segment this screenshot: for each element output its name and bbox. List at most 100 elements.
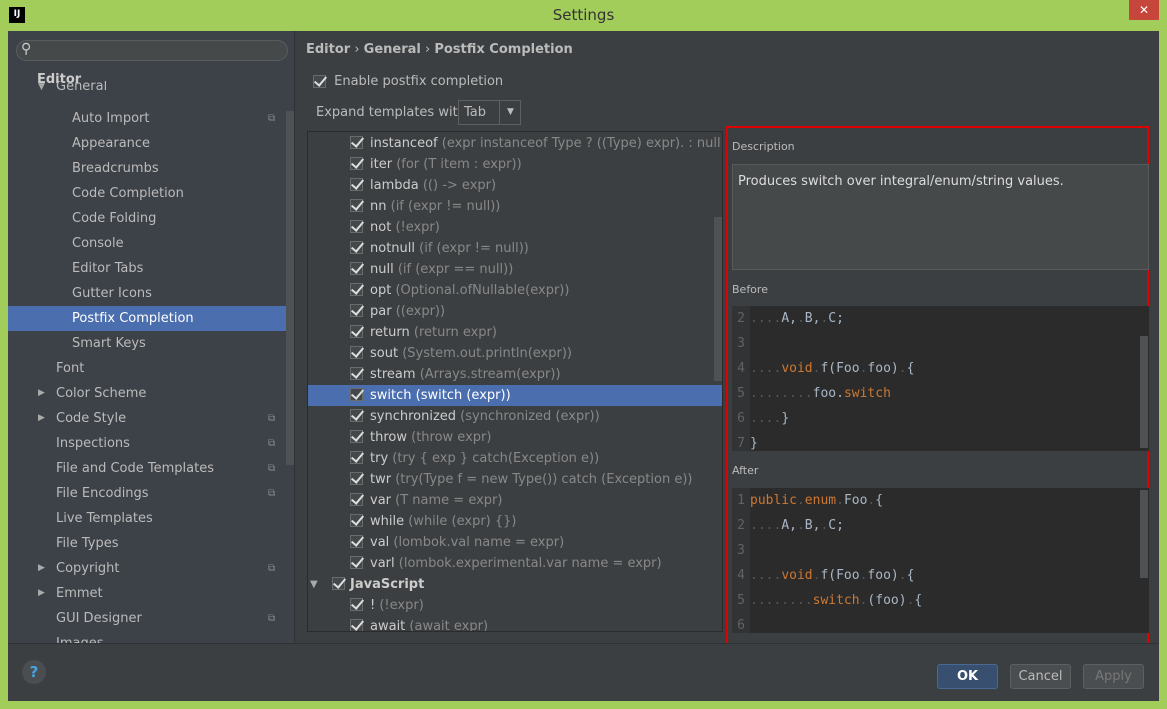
template-row[interactable]: nn (if (expr != null)) — [308, 196, 722, 217]
sidebar-item[interactable]: Auto Import ⧉ — [8, 106, 287, 131]
sidebar-item[interactable]: Appearance — [8, 131, 287, 156]
template-text: var (T name = expr) — [370, 490, 502, 511]
sidebar-item[interactable]: ▶ Color Scheme — [8, 381, 287, 406]
template-row[interactable]: switch (switch (expr)) — [308, 385, 722, 406]
sidebar-item[interactable]: ▶ Copyright ⧉ — [8, 556, 287, 581]
template-row[interactable]: return (return expr) — [308, 322, 722, 343]
sidebar-item[interactable]: File Types — [8, 531, 287, 556]
template-row[interactable]: val (lombok.val name = expr) — [308, 532, 722, 553]
code-token: C; — [828, 518, 844, 533]
code-line: 4 ....void.f(Foo.foo).{ — [732, 563, 1149, 588]
template-checkbox[interactable] — [332, 577, 345, 590]
template-checkbox[interactable] — [350, 367, 363, 380]
template-row[interactable]: try (try { exp } catch(Exception e)) — [308, 448, 722, 469]
template-checkbox[interactable] — [350, 199, 363, 212]
template-checkbox[interactable] — [350, 619, 363, 631]
sidebar-item[interactable]: ▼ General — [8, 81, 287, 93]
template-name: iter — [370, 157, 393, 172]
template-row[interactable]: par ((expr)) — [308, 301, 722, 322]
template-checkbox[interactable] — [350, 535, 363, 548]
sidebar-item[interactable]: ▶ Emmet — [8, 581, 287, 606]
template-checkbox[interactable] — [350, 157, 363, 170]
code-line: 5 ........switch.(foo).{ — [732, 588, 1149, 613]
template-checkbox[interactable] — [350, 283, 363, 296]
triangle-right-icon[interactable]: ▶ — [38, 581, 45, 606]
template-row[interactable]: varl (lombok.experimental.var name = exp… — [308, 553, 722, 574]
template-row[interactable]: opt (Optional.ofNullable(expr)) — [308, 280, 722, 301]
template-checkbox[interactable] — [350, 325, 363, 338]
cancel-button[interactable]: Cancel — [1010, 664, 1071, 689]
apply-button[interactable]: Apply — [1083, 664, 1144, 689]
template-checkbox[interactable] — [350, 409, 363, 422]
template-checkbox[interactable] — [350, 388, 363, 401]
template-group[interactable]: ▼ JavaScript — [308, 574, 722, 595]
template-row[interactable]: synchronized (synchronized (expr)) — [308, 406, 722, 427]
sidebar-item-label: File and Code Templates — [56, 461, 214, 476]
before-scrollbar[interactable] — [1140, 336, 1148, 448]
triangle-down-icon[interactable]: ▼ — [38, 81, 45, 93]
template-checkbox[interactable] — [350, 598, 363, 611]
sidebar-item[interactable]: Breadcrumbs — [8, 156, 287, 181]
close-icon[interactable]: ✕ — [1129, 0, 1159, 20]
triangle-right-icon[interactable]: ▶ — [38, 556, 45, 581]
sidebar-item[interactable]: File Encodings ⧉ — [8, 481, 287, 506]
template-checkbox[interactable] — [350, 304, 363, 317]
template-checkbox[interactable] — [350, 136, 363, 149]
sidebar-item[interactable]: Inspections ⧉ — [8, 431, 287, 456]
template-row[interactable]: lambda (() -> expr) — [308, 175, 722, 196]
after-scrollbar[interactable] — [1140, 490, 1148, 578]
search-input[interactable]: ⚲ — [16, 40, 288, 61]
triangle-right-icon[interactable]: ▶ — [38, 381, 45, 406]
template-row[interactable]: instanceof (expr instanceof Type ? ((Typ… — [308, 133, 722, 154]
template-row[interactable]: iter (for (T item : expr)) — [308, 154, 722, 175]
sidebar-item[interactable]: Font — [8, 356, 287, 381]
sidebar-item[interactable]: Code Completion — [8, 181, 287, 206]
template-checkbox[interactable] — [350, 472, 363, 485]
sidebar-item[interactable]: Code Folding — [8, 206, 287, 231]
sidebar-item-label: Code Folding — [72, 211, 157, 226]
template-checkbox[interactable] — [350, 451, 363, 464]
triangle-down-icon[interactable]: ▼ — [310, 574, 318, 595]
template-description: (T name = expr) — [395, 493, 503, 508]
template-row[interactable]: stream (Arrays.stream(expr)) — [308, 364, 722, 385]
template-row[interactable]: var (T name = expr) — [308, 490, 722, 511]
template-checkbox[interactable] — [350, 178, 363, 191]
sidebar-item[interactable]: File and Code Templates ⧉ — [8, 456, 287, 481]
template-row[interactable]: twr (try(Type f = new Type()) catch (Exc… — [308, 469, 722, 490]
expand-templates-select[interactable]: Tab ▼ — [458, 100, 521, 125]
enable-postfix-checkbox[interactable]: Enable postfix completion — [313, 74, 503, 89]
template-checkbox[interactable] — [350, 493, 363, 506]
ok-button[interactable]: OK — [937, 664, 998, 689]
template-row[interactable]: while (while (expr) {}) — [308, 511, 722, 532]
help-icon[interactable]: ? — [22, 660, 46, 684]
breadcrumb-item[interactable]: General — [364, 42, 421, 57]
template-row[interactable]: ! (!expr) — [308, 595, 722, 616]
sidebar-item[interactable]: Smart Keys — [8, 331, 287, 356]
sidebar-item[interactable]: Postfix Completion — [8, 306, 287, 331]
template-checkbox[interactable] — [350, 262, 363, 275]
triangle-right-icon[interactable]: ▶ — [38, 406, 45, 431]
sidebar-item[interactable]: Gutter Icons — [8, 281, 287, 306]
template-checkbox[interactable] — [350, 241, 363, 254]
breadcrumb-item[interactable]: Editor — [306, 42, 350, 57]
template-row[interactable]: sout (System.out.println(expr)) — [308, 343, 722, 364]
template-checkbox[interactable] — [350, 514, 363, 527]
sidebar-item[interactable]: ▶ Code Style ⧉ — [8, 406, 287, 431]
template-checkbox[interactable] — [350, 220, 363, 233]
sidebar-item[interactable]: Console — [8, 231, 287, 256]
sidebar-item[interactable]: Live Templates — [8, 506, 287, 531]
list-scrollbar[interactable] — [714, 217, 722, 381]
sidebar-item[interactable]: Editor Tabs — [8, 256, 287, 281]
template-row[interactable]: throw (throw expr) — [308, 427, 722, 448]
sidebar-item[interactable]: Images — [8, 631, 287, 643]
template-row[interactable]: notnull (if (expr != null)) — [308, 238, 722, 259]
template-row[interactable]: null (if (expr == null)) — [308, 259, 722, 280]
sidebar-item[interactable]: GUI Designer ⧉ — [8, 606, 287, 631]
template-checkbox[interactable] — [350, 430, 363, 443]
template-row[interactable]: await (await expr) — [308, 616, 722, 631]
template-checkbox[interactable] — [350, 556, 363, 569]
breadcrumb-item[interactable]: Postfix Completion — [434, 42, 572, 57]
sidebar-scrollbar[interactable] — [286, 111, 294, 465]
template-row[interactable]: not (!expr) — [308, 217, 722, 238]
template-checkbox[interactable] — [350, 346, 363, 359]
